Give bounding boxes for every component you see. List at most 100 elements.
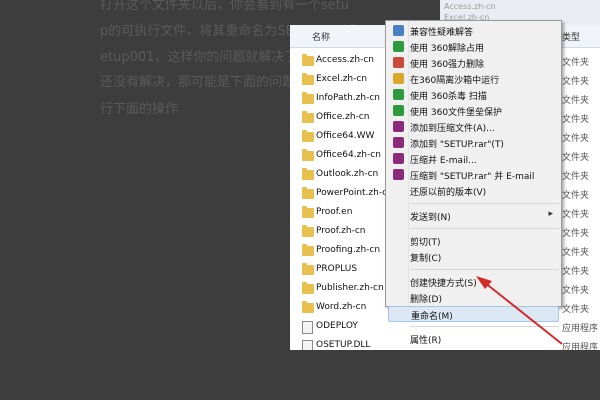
file-type: 文件夹 [562, 96, 590, 106]
menu-item-label: 使用 360解除占用 [410, 44, 485, 54]
360-delete-icon [393, 57, 404, 68]
menu-separator [410, 269, 559, 270]
file-name: PROPLUS [316, 264, 358, 274]
file-type: 文件夹 [562, 58, 590, 68]
menu-item-label: 剪切(T) [410, 238, 441, 248]
folder-icon [302, 244, 314, 256]
file-name: Proofing.zh-cn [316, 245, 381, 255]
file-name: ODEPLOY [316, 321, 358, 331]
menu-item[interactable]: 使用 360解除占用 [388, 39, 559, 55]
folder-icon [302, 206, 314, 218]
menu-item-label: 添加到 "SETUP.rar"(T) [410, 140, 504, 150]
file-name: Publisher.zh-cn [316, 283, 384, 293]
file-type: 文件夹 [562, 172, 590, 182]
menu-item-label: 压缩到 "SETUP.rar" 并 E-mail [410, 172, 535, 182]
winrar-icon [393, 121, 404, 132]
menu-item-label: 复制(C) [410, 254, 442, 264]
file-type: 应用程序 [562, 343, 599, 350]
360-scan-icon [393, 89, 404, 100]
menu-item-label: 属性(R) [410, 336, 442, 346]
menu-item[interactable]: 兼容性疑难解答 [388, 23, 559, 39]
folder-icon [302, 130, 314, 142]
article-line: 打开这个文件夹以后，你会看到有一个setu [100, 0, 350, 13]
menu-item-label: 兼容性疑难解答 [410, 28, 474, 38]
folder-icon [302, 111, 314, 123]
file-name: Proof.en [316, 207, 353, 217]
menu-item[interactable]: 压缩到 "SETUP.rar" 并 E-mail [388, 167, 559, 183]
menu-item[interactable]: 还原以前的版本(V) [388, 183, 559, 199]
file-name: Office64.WW [316, 131, 375, 141]
menu-item-label: 发送到(N) [410, 213, 451, 223]
folder-icon [302, 225, 314, 237]
menu-item[interactable]: 删除(D) [388, 290, 559, 306]
file-type: 文件夹 [562, 191, 590, 201]
menu-separator [410, 326, 559, 327]
folder-icon [302, 263, 314, 275]
360-sandbox-icon [393, 73, 404, 84]
menu-item[interactable]: 复制(C) [388, 249, 559, 265]
article-line: 行下面的操作 [100, 102, 179, 117]
file-icon [302, 340, 313, 350]
menu-item[interactable]: 使用 360文件堡垒保护 [388, 103, 559, 119]
file-type: 文件夹 [562, 153, 590, 163]
file-name: OSETUP.DLL [316, 340, 371, 350]
360-unlock-icon [393, 41, 404, 52]
folder-icon [302, 187, 314, 199]
menu-separator [410, 203, 559, 204]
file-type: 应用程序 [562, 324, 599, 334]
folder-icon [302, 282, 314, 294]
menu-item-label: 还原以前的版本(V) [410, 188, 487, 198]
menu-item-label: 使用 360文件堡垒保护 [410, 108, 503, 118]
file-type: 文件夹 [562, 267, 590, 277]
menu-item[interactable]: 使用 360强力删除 [388, 55, 559, 71]
file-name: InfoPath.zh-cn [316, 93, 380, 103]
menu-item[interactable]: 在360隔离沙箱中运行 [388, 71, 559, 87]
winrar-icon [393, 137, 404, 148]
file-type: 文件夹 [562, 115, 590, 125]
file-name: PowerPoint.zh-cn [316, 188, 393, 198]
folder-icon [302, 54, 314, 66]
menu-item-label: 删除(D) [410, 295, 442, 305]
file-type: 文件夹 [562, 305, 590, 315]
file-name: Office.zh-cn [316, 112, 370, 122]
file-name: Outlook.zh-cn [316, 169, 379, 179]
file-name: Proof.zh-cn [316, 226, 366, 236]
winrar-icon [393, 153, 404, 164]
menu-item-label: 使用 360杀毒 扫描 [410, 92, 487, 102]
context-menu: 兼容性疑难解答使用 360解除占用 使用 360强力删除在360隔离沙箱中运行 使用… [385, 20, 562, 346]
file-type: 文件夹 [562, 229, 590, 239]
menu-item[interactable]: 压缩并 E-mail... [388, 151, 559, 167]
submenu-arrow-icon: ▸ [548, 209, 553, 219]
compat-icon [393, 25, 404, 36]
menu-item-label: 使用 360强力删除 [410, 60, 485, 70]
menu-item-label: 创建快捷方式(S) [410, 279, 477, 289]
name-column-header[interactable]: 名称 [312, 30, 330, 43]
menu-item[interactable]: 创建快捷方式(S) [388, 274, 559, 290]
file-name: Word.zh-cn [316, 302, 367, 312]
menu-item[interactable]: 发送到(N) ▸ [388, 208, 559, 224]
menu-item-label: 重命名(M) [411, 312, 453, 322]
menu-item-label: 在360隔离沙箱中运行 [410, 76, 500, 86]
menu-item[interactable]: 添加到 "SETUP.rar"(T) [388, 135, 559, 151]
file-icon [302, 321, 313, 334]
strip-item: Access.zh-cn [444, 2, 496, 11]
menu-item[interactable]: 属性(R) [388, 331, 559, 347]
folder-icon [302, 92, 314, 104]
menu-item[interactable]: 使用 360杀毒 扫描 [388, 87, 559, 103]
file-name: Excel.zh-cn [316, 74, 368, 84]
menu-item[interactable]: 重命名(M) [388, 306, 559, 322]
file-type: 文件夹 [562, 248, 590, 258]
menu-separator [410, 228, 559, 229]
360-protect-icon [393, 105, 404, 116]
winrar-icon [393, 169, 404, 180]
menu-item-label: 压缩并 E-mail... [410, 156, 477, 166]
file-type: 文件夹 [562, 134, 590, 144]
file-name: Access.zh-cn [316, 55, 374, 65]
menu-item[interactable]: 剪切(T) [388, 233, 559, 249]
folder-icon [302, 149, 314, 161]
type-column-header[interactable]: 类型 [562, 30, 580, 43]
menu-item[interactable]: 添加到压缩文件(A)... [388, 119, 559, 135]
file-type: 文件夹 [562, 210, 590, 220]
folder-icon [302, 73, 314, 85]
file-name: Office64.zh-cn [316, 150, 381, 160]
